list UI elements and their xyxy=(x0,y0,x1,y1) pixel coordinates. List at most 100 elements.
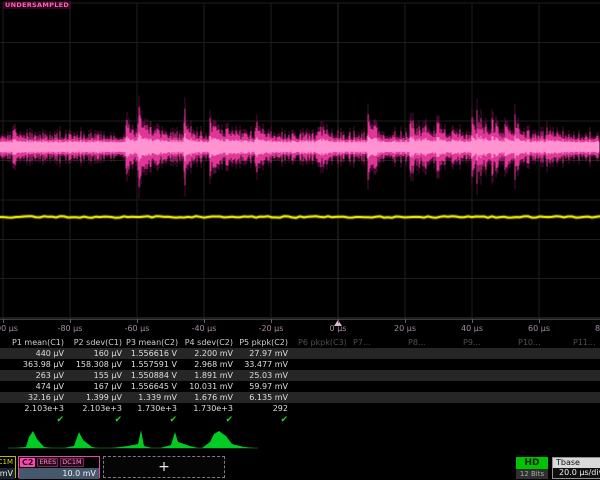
time-axis-label: -100 µs xyxy=(0,324,18,333)
hd-mode-indicator[interactable]: HD 12 Bits xyxy=(516,457,548,479)
histicon[interactable] xyxy=(202,431,254,448)
measure-value-cell: 2.103e+3 xyxy=(0,403,68,414)
time-axis-tick xyxy=(338,319,339,323)
measure-value-row: 440 µV160 µV1.556616 V2.200 mV27.97 mV xyxy=(0,348,600,359)
measure-value-cell xyxy=(567,359,600,370)
time-axis-tick xyxy=(472,319,473,323)
measure-value-cell: 32.16 µV xyxy=(0,392,68,403)
histicon[interactable] xyxy=(160,432,198,448)
measure-value-cell: 158.308 µV xyxy=(68,359,126,370)
measure-param-header[interactable]: P3 mean(C2) xyxy=(126,337,181,348)
hd-badge: HD xyxy=(516,457,548,469)
measure-value-cell xyxy=(457,359,512,370)
measure-value-cell xyxy=(347,403,402,414)
status-empty-cell xyxy=(347,414,402,427)
status-check-icon: ✔ xyxy=(68,414,126,427)
status-check-icon: ✔ xyxy=(181,414,237,427)
undersampled-warning: UNDERSAMPLED xyxy=(3,1,71,9)
measure-param-header[interactable]: P8... xyxy=(402,337,457,348)
c2-scale-value: 10.0 mV xyxy=(19,468,99,479)
time-axis-label: 60 µs xyxy=(528,324,550,333)
time-axis-tick xyxy=(204,319,205,323)
timebase-descriptor[interactable]: Tbase 20.0 µs/div xyxy=(552,457,600,479)
measure-param-header[interactable]: P2 sdev(C1) xyxy=(68,337,126,348)
histicon[interactable] xyxy=(14,431,52,448)
measure-value-cell: 59.97 mV xyxy=(237,381,292,392)
histicon[interactable] xyxy=(64,432,98,448)
measure-value-cell: 1.730e+3 xyxy=(181,403,237,414)
measure-value-cell xyxy=(402,403,457,414)
measure-value-cell xyxy=(567,348,600,359)
status-empty-cell xyxy=(457,414,512,427)
measure-value-cell xyxy=(292,359,347,370)
measure-value-cell xyxy=(567,370,600,381)
measure-header-row: P1 mean(C1)P2 sdev(C1)P3 mean(C2)P4 sdev… xyxy=(0,337,600,348)
add-channel-button[interactable]: + xyxy=(103,456,225,478)
histicon[interactable] xyxy=(112,430,152,448)
measure-value-cell xyxy=(457,348,512,359)
measure-value-cell xyxy=(512,359,567,370)
measure-value-cell: 160 µV xyxy=(68,348,126,359)
time-axis-label: 20 µs xyxy=(394,324,416,333)
measure-param-header[interactable]: P6 pkpk(C3) xyxy=(292,337,347,348)
measure-param-header[interactable]: P9... xyxy=(457,337,512,348)
measure-param-header[interactable]: P1 mean(C1) xyxy=(0,337,68,348)
measure-param-header[interactable]: P4 sdev(C2) xyxy=(181,337,237,348)
measure-value-cell: 167 µV xyxy=(68,381,126,392)
status-empty-cell xyxy=(567,414,600,427)
measure-value-cell: 1.550884 V xyxy=(126,370,181,381)
histicon-strip xyxy=(0,428,600,454)
measure-value-cell: 25.03 mV xyxy=(237,370,292,381)
c2-processing-tag: DC1M xyxy=(60,458,83,467)
time-axis-label: -60 µs xyxy=(125,324,150,333)
measure-param-header[interactable]: P5 pkpk(C2) xyxy=(237,337,292,348)
time-axis-label: 40 µs xyxy=(461,324,483,333)
measure-value-cell xyxy=(457,381,512,392)
measure-value-cell xyxy=(347,348,402,359)
channel-descriptor-c1[interactable]: DC1M 10.0 mV xyxy=(0,456,16,478)
time-axis-tick xyxy=(137,319,138,323)
timebase-label: Tbase xyxy=(553,458,600,468)
measure-value-cell xyxy=(402,359,457,370)
time-axis-label: -40 µs xyxy=(192,324,217,333)
timebase-value: 20.0 µs/div xyxy=(553,468,600,478)
time-axis-label: -20 µs xyxy=(259,324,284,333)
measure-value-cell: 1.676 mV xyxy=(181,392,237,403)
time-axis-label: 80 µs xyxy=(595,324,600,333)
status-empty-cell xyxy=(292,414,347,427)
time-axis-tick xyxy=(539,319,540,323)
measure-value-cell: 2.103e+3 xyxy=(68,403,126,414)
measure-value-cell: 2.200 mV xyxy=(181,348,237,359)
measure-value-cell xyxy=(457,392,512,403)
status-check-icon: ✔ xyxy=(0,414,68,427)
measure-value-cell: 155 µV xyxy=(68,370,126,381)
measure-value-cell: 1.556645 V xyxy=(126,381,181,392)
measure-value-cell xyxy=(292,348,347,359)
measure-param-header[interactable]: P7... xyxy=(347,337,402,348)
status-check-icon: ✔ xyxy=(237,414,292,427)
time-axis-label: 0 µs xyxy=(330,324,347,333)
measure-value-cell: 10.031 mV xyxy=(181,381,237,392)
measure-value-cell xyxy=(402,370,457,381)
measure-value-cell: 363.98 µV xyxy=(0,359,68,370)
channel-descriptor-c2[interactable]: C2 ERESDC1M 10.0 mV xyxy=(18,456,100,478)
measure-value-cell xyxy=(347,359,402,370)
measure-value-cell xyxy=(347,370,402,381)
measure-value-cell xyxy=(347,392,402,403)
measure-value-cell xyxy=(512,348,567,359)
time-axis-line xyxy=(0,319,600,320)
measure-value-cell: 2.968 mV xyxy=(181,359,237,370)
measure-mean-row: 363.98 µV158.308 µV1.557591 V2.968 mV33.… xyxy=(0,359,600,370)
measure-num-row: 2.103e+32.103e+31.730e+31.730e+3292 xyxy=(0,403,600,414)
time-axis-tick xyxy=(3,319,4,323)
measure-value-cell xyxy=(567,381,600,392)
measure-status-row: ✔✔✔✔✔ xyxy=(0,414,600,427)
measure-param-header[interactable]: P10... xyxy=(512,337,567,348)
measure-value-cell xyxy=(567,392,600,403)
measure-max-row: 474 µV167 µV1.556645 V10.031 mV59.97 mV xyxy=(0,381,600,392)
measure-value-cell xyxy=(402,348,457,359)
c1-coupling-label: DC1M xyxy=(0,457,15,468)
status-empty-cell xyxy=(512,414,567,427)
time-axis-tick xyxy=(70,319,71,323)
measure-param-header[interactable]: P11... xyxy=(567,337,600,348)
